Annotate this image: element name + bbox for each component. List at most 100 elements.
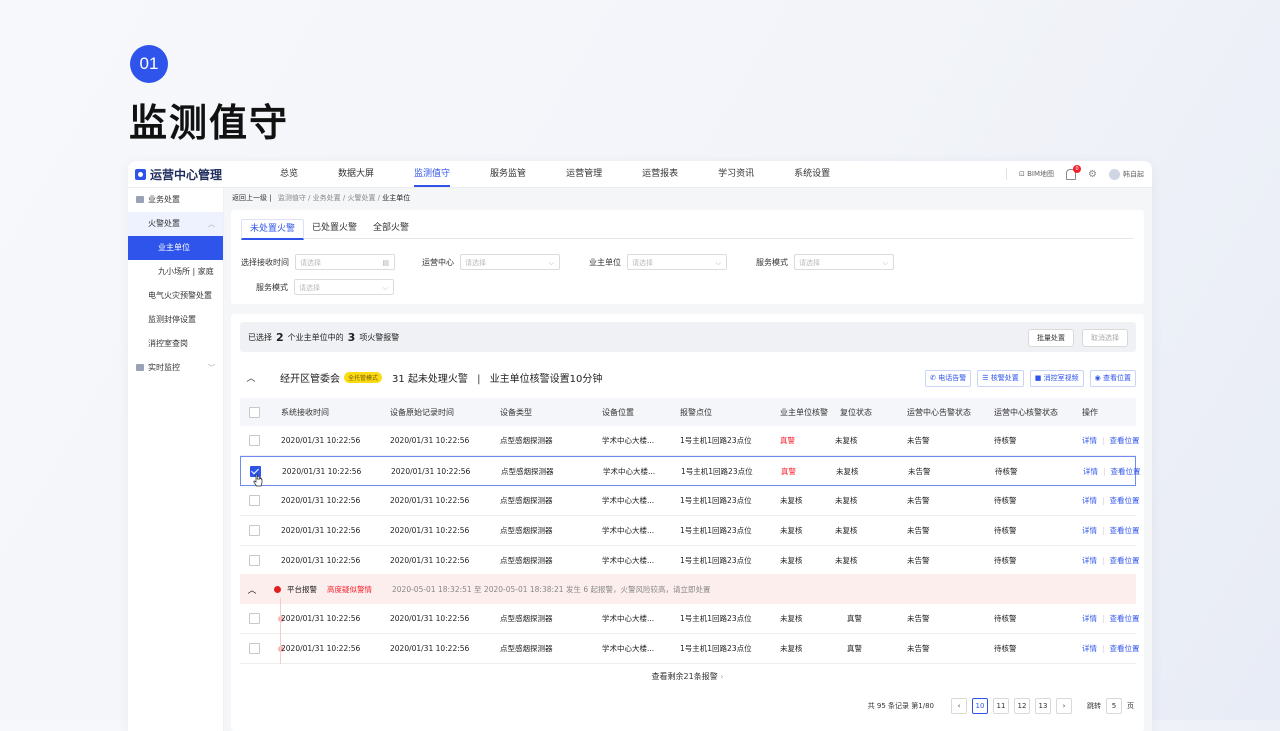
sidebar-item-monitor-suspend[interactable]: 监测封停设置 (128, 308, 223, 332)
cancel-selection-button[interactable]: 取消选择 (1082, 329, 1128, 347)
divider: | (1102, 644, 1105, 653)
detail-link[interactable]: 详情 (1082, 555, 1097, 566)
chevron-up-icon[interactable]: ︿ (240, 583, 264, 596)
next-page-button[interactable]: › (1056, 698, 1072, 714)
filter-service-mode: 服务模式 请选择 ⌵ (756, 254, 894, 270)
tab-all[interactable]: 全部火警 (365, 219, 417, 237)
service-mode-select-2[interactable]: 请选择 ⌵ (294, 279, 394, 295)
nav-item-learning[interactable]: 学习资讯 (704, 161, 768, 187)
cell-verify: 待核警 (994, 526, 1017, 535)
selection-suffix: 项火警报警 (359, 332, 400, 342)
alarm-message: 2020-05-01 18:32:51 至 2020-05-01 18:38:2… (392, 584, 711, 594)
cell-reset: 真警 (847, 614, 862, 623)
table-row[interactable]: 2020/01/31 10:22:56 2020/01/31 10:22:56 点型… (240, 516, 1140, 546)
detail-link[interactable]: 详情 (1082, 643, 1097, 654)
tab-handled[interactable]: 已处置火警 (304, 219, 365, 237)
row-checkbox[interactable] (249, 555, 260, 566)
group-header: ︿ 经开区管委会 全托管模式 31 起未处理火警 | 业主单位核警设置10分钟 … (240, 362, 1136, 392)
detail-link[interactable]: 详情 (1082, 613, 1097, 624)
table-row[interactable]: 2020/01/31 10:22:56 2020/01/31 10:22:56 点型… (240, 486, 1140, 516)
cell-reset: 未复核 (835, 436, 858, 445)
cell-loc: 学术中心大楼... (602, 644, 655, 653)
batch-process-button[interactable]: 批量处置 (1028, 329, 1074, 347)
view-location-link[interactable]: 查看位置 (1110, 435, 1140, 446)
user-name: 韩自起 (1123, 170, 1144, 178)
cell-alarm: 未告警 (907, 556, 930, 565)
platform-alarm-row: ︿ 平台报警 高度疑似警情 2020-05-01 18:32:51 至 2020… (240, 574, 1136, 604)
user-menu[interactable]: 韩自起 (1109, 168, 1144, 180)
table-row[interactable]: 2020/01/31 10:22:56 2020/01/31 10:22:56 点型… (240, 546, 1140, 576)
chevron-down-icon: ⌵ (882, 259, 888, 267)
setting-text: 业主单位核警设置10分钟 (489, 373, 603, 385)
cell-recv: 2020/01/31 10:22:56 (281, 556, 361, 565)
back-link[interactable]: 返回上一级 | (232, 194, 272, 202)
cell-recv: 2020/01/31 10:22:56 (281, 614, 361, 623)
nav-item-ops-reports[interactable]: 运营报表 (628, 161, 692, 187)
service-mode-select[interactable]: 请选择 ⌵ (794, 254, 894, 270)
detail-link[interactable]: 详情 (1082, 525, 1097, 536)
chevron-down-icon: ⌵ (548, 259, 554, 267)
row-actions: 详情 | 查看位置 (1083, 457, 1141, 485)
bell-icon[interactable]: 0 (1066, 164, 1082, 180)
chevron-up-icon[interactable]: ︿ (240, 371, 262, 384)
sidebar-item-control-room-check[interactable]: 消控室查岗 (128, 332, 223, 356)
prev-page-button[interactable]: ‹ (951, 698, 967, 714)
monitor-icon (136, 364, 144, 371)
nav-item-monitoring[interactable]: 监测值守 (400, 161, 464, 187)
select-all-checkbox[interactable] (249, 406, 260, 418)
divider: | (1102, 614, 1105, 623)
detail-link[interactable]: 详情 (1082, 495, 1097, 506)
sidebar-item-electrical-fire[interactable]: 电气火灾预警处置 (128, 284, 223, 308)
table-row[interactable]: 2020/01/31 10:22:56 2020/01/31 10:22:56 点型… (240, 604, 1140, 634)
owner-unit-select[interactable]: 请选择 ⌵ (627, 254, 727, 270)
gear-icon[interactable]: ⚙ (1088, 169, 1097, 180)
ops-center-select[interactable]: 请选择 ⌵ (460, 254, 560, 270)
row-checkbox[interactable] (249, 435, 260, 446)
detail-link[interactable]: 详情 (1083, 466, 1098, 477)
nav-item-system-settings[interactable]: 系统设置 (780, 161, 844, 187)
view-location-link[interactable]: 查看位置 (1110, 613, 1140, 624)
receive-time-picker[interactable]: 请选择 ▤ (295, 254, 395, 270)
row-checkbox[interactable] (249, 643, 260, 654)
page-button[interactable]: 12 (1014, 698, 1030, 714)
phone-alarm-button[interactable]: ✆ 电话告警 (925, 370, 972, 387)
view-location-link[interactable]: 查看位置 (1110, 555, 1140, 566)
row-checkbox[interactable] (249, 495, 260, 506)
sidebar-item-business[interactable]: 业务处置 (128, 188, 223, 212)
page-button[interactable]: 11 (993, 698, 1009, 714)
mode-tag: 全托管模式 (344, 371, 383, 383)
sidebar-item-small-venues[interactable]: 九小场所 | 家庭 (128, 260, 223, 284)
filter-panel: 未处置火警 已处置火警 全部火警 选择接收时间 请选择 ▤ 运营中心 请选择 ⌵ 业… (231, 210, 1144, 304)
breadcrumb-path: 监测值守 / 业务处置 / 火警处置 / (277, 194, 381, 202)
page-button[interactable]: 13 (1035, 698, 1051, 714)
verify-alarm-button[interactable]: ☰ 核警处置 (977, 370, 1024, 387)
page-button[interactable]: 10 (972, 698, 988, 714)
divider: | (1102, 436, 1105, 445)
nav-item-operations[interactable]: 运营管理 (552, 161, 616, 187)
nav-item-overview[interactable]: 总览 (266, 161, 312, 187)
cell-type: 点型感烟探测器 (500, 644, 553, 653)
control-room-video-button[interactable]: ■ 消控室视频 (1029, 370, 1084, 387)
table-row[interactable]: 2020/01/31 10:22:56 2020/01/31 10:22:56 点型… (240, 634, 1140, 664)
view-location-link[interactable]: 查看位置 (1111, 466, 1141, 477)
tab-unhandled[interactable]: 未处置火警 (241, 219, 305, 240)
bim-map-link[interactable]: ⊡ BIM地图 (1019, 169, 1054, 179)
view-location-button[interactable]: ◉ 查看位置 (1089, 370, 1136, 387)
app-logo[interactable]: 运营中心管理 (135, 166, 222, 183)
row-checkbox[interactable] (249, 613, 260, 624)
cell-type: 点型感烟探测器 (500, 614, 553, 623)
view-location-link[interactable]: 查看位置 (1110, 495, 1140, 506)
table-row[interactable]: 2020/01/31 10:22:56 2020/01/31 10:22:56 点型… (240, 426, 1140, 456)
nav-item-data-screen[interactable]: 数据大屏 (324, 161, 388, 187)
sidebar-item-fire-alarm[interactable]: 火警处置 ︿ (128, 212, 223, 236)
row-checkbox[interactable] (249, 525, 260, 536)
jump-page-input[interactable]: 5 (1106, 698, 1122, 714)
detail-link[interactable]: 详情 (1082, 435, 1097, 446)
sidebar-item-realtime-monitor[interactable]: 实时监控 ﹀ (128, 356, 223, 380)
sidebar-item-owner-unit[interactable]: 业主单位 (128, 236, 223, 260)
view-more-link[interactable]: 查看剩余21条报警 › (231, 671, 1144, 682)
table-row[interactable]: 2020/01/31 10:22:56 2020/01/31 10:22:56 点型… (240, 456, 1141, 486)
view-location-link[interactable]: 查看位置 (1110, 525, 1140, 536)
view-location-link[interactable]: 查看位置 (1110, 643, 1140, 654)
nav-item-service-supervision[interactable]: 服务监管 (476, 161, 540, 187)
